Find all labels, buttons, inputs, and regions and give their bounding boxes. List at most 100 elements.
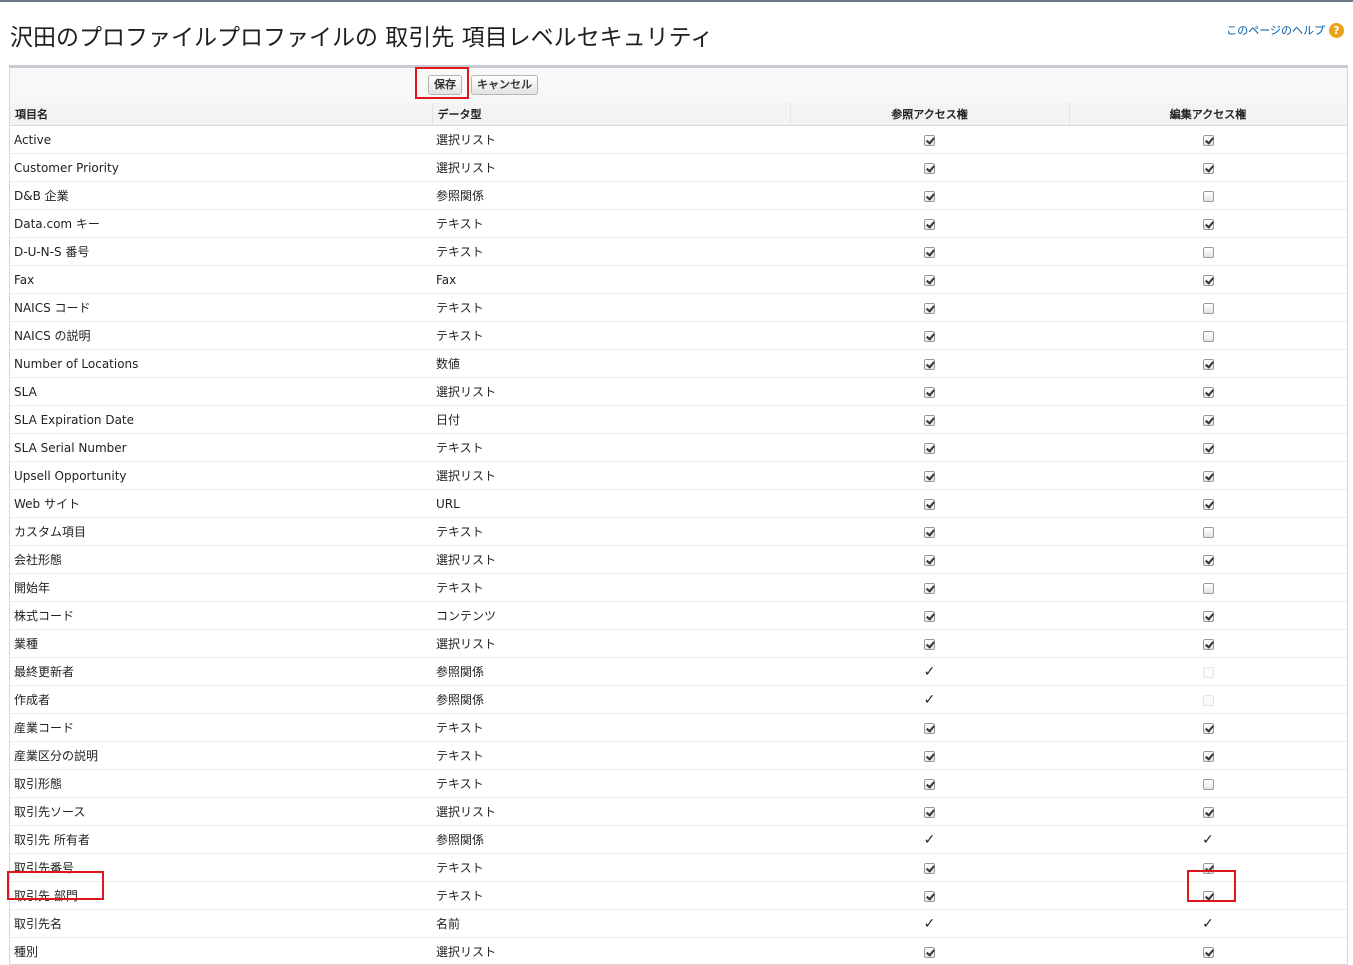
read-access-cell [790,770,1069,798]
read-access-checkbox[interactable] [924,947,935,958]
edit-access-cell [1069,742,1347,770]
cancel-button[interactable]: キャンセル [471,75,538,95]
field-name-cell: Customer Priority [10,154,432,182]
edit-access-checkbox[interactable] [1203,527,1214,538]
edit-access-cell [1069,490,1347,518]
read-access-checkbox[interactable] [924,499,935,510]
edit-access-checkbox[interactable] [1203,611,1214,622]
read-access-cell [790,630,1069,658]
edit-access-checkbox[interactable] [1203,191,1214,202]
edit-access-checkbox[interactable] [1203,303,1214,314]
read-access-checkbox[interactable] [924,583,935,594]
read-access-cell [790,126,1069,154]
data-type-cell: 参照関係 [432,658,790,686]
edit-access-checkbox[interactable] [1203,219,1214,230]
read-access-checkbox[interactable] [924,443,935,454]
table-row: 取引形態テキスト [10,770,1347,798]
help-link[interactable]: このページのヘルプ ? [1226,22,1344,38]
edit-access-cell [1069,266,1347,294]
data-type-cell: コンテンツ [432,602,790,630]
data-type-cell: 選択リスト [432,462,790,490]
data-type-cell: テキスト [432,294,790,322]
read-access-checkbox[interactable] [924,527,935,538]
edit-access-checkbox [1203,667,1214,678]
edit-access-cell [1069,378,1347,406]
edit-access-cell [1069,602,1347,630]
edit-access-cell [1069,126,1347,154]
read-access-checkbox[interactable] [924,751,935,762]
checkmark-icon: ✓ [1202,917,1214,931]
edit-access-checkbox[interactable] [1203,331,1214,342]
field-name-cell: SLA Expiration Date [10,406,432,434]
read-access-checkbox[interactable] [924,863,935,874]
table-row: SLA Serial Numberテキスト [10,434,1347,462]
read-access-checkbox[interactable] [924,639,935,650]
field-name-cell: 産業区分の説明 [10,742,432,770]
field-name-cell: 取引先 所有者 [10,826,432,854]
read-access-checkbox[interactable] [924,611,935,622]
table-row: 取引先 所有者参照関係✓✓ [10,826,1347,854]
read-access-checkbox[interactable] [924,387,935,398]
read-access-cell [790,602,1069,630]
edit-access-cell [1069,154,1347,182]
field-name-cell: Data.com キー [10,210,432,238]
edit-access-checkbox[interactable] [1203,555,1214,566]
edit-access-checkbox[interactable] [1203,723,1214,734]
read-access-cell [790,882,1069,910]
edit-access-checkbox[interactable] [1203,499,1214,510]
edit-access-checkbox[interactable] [1203,751,1214,762]
edit-access-checkbox[interactable] [1203,779,1214,790]
edit-access-checkbox[interactable] [1203,275,1214,286]
edit-access-checkbox[interactable] [1203,247,1214,258]
read-access-checkbox[interactable] [924,163,935,174]
edit-access-checkbox[interactable] [1203,443,1214,454]
field-name-cell: D-U-N-S 番号 [10,238,432,266]
checkmark-icon: ✓ [924,693,936,707]
read-access-checkbox[interactable] [924,723,935,734]
read-access-checkbox[interactable] [924,555,935,566]
read-access-checkbox[interactable] [924,331,935,342]
edit-access-checkbox[interactable] [1203,415,1214,426]
edit-access-checkbox[interactable] [1203,891,1214,902]
read-access-cell [790,378,1069,406]
field-name-cell: 取引先番号 [10,854,432,882]
table-header-row: 項目名 データ型 参照アクセス権 編集アクセス権 [10,103,1347,126]
read-access-checkbox[interactable] [924,415,935,426]
save-button[interactable]: 保存 [428,75,462,95]
button-bar: 保存 キャンセル [10,68,1347,102]
edit-access-cell [1069,210,1347,238]
field-name-cell: Fax [10,266,432,294]
read-access-checkbox[interactable] [924,275,935,286]
read-access-checkbox[interactable] [924,359,935,370]
read-access-checkbox[interactable] [924,135,935,146]
field-name-cell: 会社形態 [10,546,432,574]
edit-access-cell [1069,434,1347,462]
read-access-checkbox[interactable] [924,303,935,314]
edit-access-checkbox[interactable] [1203,471,1214,482]
read-access-checkbox[interactable] [924,779,935,790]
data-type-cell: テキスト [432,322,790,350]
data-type-cell: Fax [432,266,790,294]
table-row: D-U-N-S 番号テキスト [10,238,1347,266]
field-name-cell: カスタム項目 [10,518,432,546]
table-row: 取引先番号テキスト [10,854,1347,882]
read-access-cell [790,854,1069,882]
edit-access-checkbox[interactable] [1203,163,1214,174]
read-access-checkbox[interactable] [924,807,935,818]
edit-access-checkbox[interactable] [1203,359,1214,370]
edit-access-checkbox[interactable] [1203,947,1214,958]
read-access-cell [790,210,1069,238]
read-access-checkbox[interactable] [924,891,935,902]
read-access-checkbox[interactable] [924,471,935,482]
edit-access-checkbox[interactable] [1203,807,1214,818]
edit-access-checkbox[interactable] [1203,135,1214,146]
edit-access-checkbox[interactable] [1203,583,1214,594]
edit-access-checkbox[interactable] [1203,863,1214,874]
read-access-cell [790,350,1069,378]
read-access-checkbox[interactable] [924,191,935,202]
read-access-checkbox[interactable] [924,219,935,230]
read-access-checkbox[interactable] [924,247,935,258]
edit-access-checkbox[interactable] [1203,639,1214,650]
edit-access-checkbox[interactable] [1203,387,1214,398]
data-type-cell: テキスト [432,210,790,238]
